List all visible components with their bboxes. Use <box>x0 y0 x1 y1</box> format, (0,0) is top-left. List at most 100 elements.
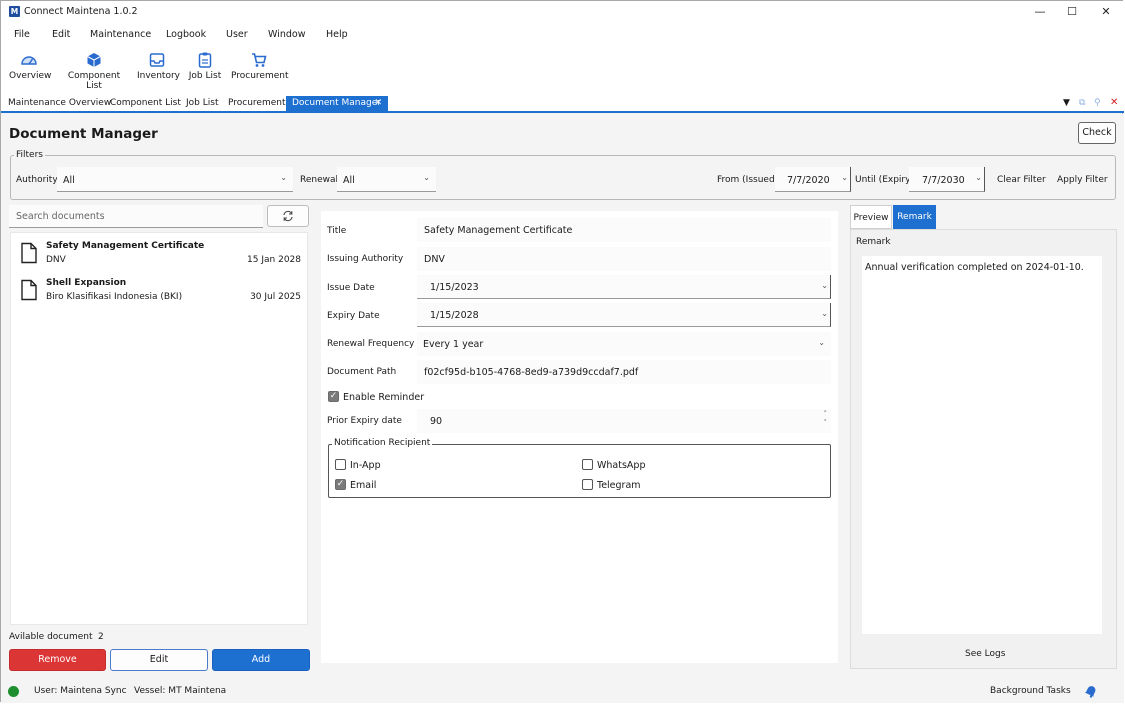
bell-icon[interactable] <box>1084 684 1098 698</box>
document-icon <box>21 242 37 264</box>
toolbar-job-list[interactable]: Job List <box>187 51 223 81</box>
menu-file[interactable]: File <box>14 29 30 40</box>
authority-select-value: All <box>63 175 75 186</box>
menu-maintenance[interactable]: Maintenance <box>90 29 151 40</box>
email-checkbox[interactable]: ✓ <box>335 479 346 490</box>
renewal-select[interactable]: All ⌄ <box>337 167 436 192</box>
stepper-arrows-icon[interactable]: ˄ ˅ <box>824 410 828 428</box>
refresh-button[interactable] <box>267 205 309 227</box>
in-app-label: In-App <box>350 460 381 471</box>
list-item[interactable]: Shell Expansion Biro Klasifikasi Indones… <box>11 275 307 311</box>
toolbar-overview-label: Overview <box>9 71 52 81</box>
list-item[interactable]: Safety Management Certificate DNV 15 Jan… <box>11 238 307 274</box>
clipboard-icon <box>198 52 212 68</box>
tab-maintenance-overview[interactable]: Maintenance Overview <box>8 98 111 108</box>
in-app-checkbox[interactable] <box>335 459 346 470</box>
tab-preview[interactable]: Preview <box>850 205 892 229</box>
toolbar-inventory-label: Inventory <box>137 71 180 81</box>
filters-legend: Filters <box>14 150 45 160</box>
toolbar-procurement-label: Procurement <box>231 71 289 81</box>
title-label: Title <box>327 226 347 236</box>
toolbar-procurement[interactable]: Procurement <box>231 51 289 81</box>
see-logs-button[interactable]: See Logs <box>965 649 1005 659</box>
status-bar: User: Maintena Sync Vessel: MT Maintena … <box>1 681 1124 703</box>
until-date-value: 7/7/2030 <box>922 175 965 186</box>
until-expiry-label: Until (Expiry) <box>855 175 914 185</box>
tab-remark[interactable]: Remark <box>893 205 936 229</box>
available-document-label: Avilable document <box>9 632 93 642</box>
close-tab-icon[interactable]: ✕ <box>374 98 382 108</box>
calendar-dropdown-icon: ⌄ <box>841 173 848 182</box>
prior-expiry-stepper[interactable]: 90 ˄ ˅ <box>417 409 831 433</box>
menu-help[interactable]: Help <box>326 29 348 40</box>
inbox-icon <box>149 53 165 67</box>
refresh-icon <box>283 210 293 222</box>
close-all-icon[interactable]: ✕ <box>1110 97 1118 108</box>
document-list: Safety Management Certificate DNV 15 Jan… <box>10 232 308 625</box>
tab-document-manager[interactable]: Document Manager ✕ <box>286 96 388 112</box>
chevron-down-icon: ⌄ <box>280 173 287 182</box>
document-path-field[interactable]: f02cf95d-b105-4768-8ed9-a739d9ccdaf7.pdf <box>417 360 831 384</box>
calendar-dropdown-icon: ⌄ <box>821 281 828 290</box>
issue-date-value: 1/15/2023 <box>430 282 479 293</box>
renewal-select-value: All <box>343 175 355 186</box>
expiry-date-picker[interactable]: 1/15/2028 ⌄ <box>417 303 831 327</box>
calendar-dropdown-icon: ⌄ <box>821 309 828 318</box>
issuing-authority-field[interactable]: DNV <box>417 247 831 271</box>
tab-job-list[interactable]: Job List <box>186 98 218 108</box>
check-button[interactable]: Check <box>1078 122 1116 144</box>
renewal-frequency-label: Renewal Frequency <box>327 339 415 349</box>
menu-logbook[interactable]: Logbook <box>166 29 206 40</box>
menu-window[interactable]: Window <box>268 29 305 40</box>
menu-edit[interactable]: Edit <box>52 29 70 40</box>
until-date-picker[interactable]: 7/7/2030 ⌄ <box>909 167 985 192</box>
remark-textarea[interactable]: Annual verification completed on 2024-01… <box>862 256 1102 634</box>
enable-reminder-label: Enable Reminder <box>343 392 425 403</box>
expiry-date-value: 1/15/2028 <box>430 310 479 321</box>
minimize-button[interactable]: — <box>1023 1 1057 23</box>
document-icon <box>21 279 37 301</box>
menu-user[interactable]: User <box>226 29 248 40</box>
document-date: 15 Jan 2028 <box>247 255 301 265</box>
toolbar-component-list-label: Component List <box>67 71 121 91</box>
edit-button[interactable]: Edit <box>110 649 208 671</box>
tab-procurement[interactable]: Procurement <box>228 98 286 108</box>
title-field[interactable]: Safety Management Certificate <box>417 218 831 242</box>
tab-component-list[interactable]: Component List <box>110 98 181 108</box>
tab-document-manager-label: Document Manager <box>292 98 381 108</box>
prior-expiry-value: 90 <box>430 416 443 427</box>
page-title: Document Manager <box>9 126 158 142</box>
apply-filter-button[interactable]: Apply Filter <box>1057 175 1108 185</box>
background-tasks-label[interactable]: Background Tasks <box>990 686 1071 696</box>
remark-label: Remark <box>856 237 891 247</box>
chevron-down-icon: ⌄ <box>423 173 430 182</box>
pin-icon[interactable]: ⚲ <box>1094 98 1101 108</box>
from-date-picker[interactable]: 7/7/2020 ⌄ <box>775 167 851 192</box>
toolbar-inventory[interactable]: Inventory <box>137 51 180 81</box>
telegram-checkbox[interactable] <box>582 479 593 490</box>
tab-list-dropdown-icon[interactable]: ▼ <box>1063 98 1070 108</box>
float-window-icon[interactable]: ⧉ <box>1079 98 1085 108</box>
renewal-frequency-select[interactable]: Every 1 year ⌄ <box>417 332 831 356</box>
remove-button[interactable]: Remove <box>9 649 106 671</box>
telegram-label: Telegram <box>597 480 641 491</box>
authority-select[interactable]: All ⌄ <box>57 167 293 192</box>
expiry-date-label: Expiry Date <box>327 311 380 321</box>
renewal-label: Renewal <box>300 175 339 185</box>
toolbar-component-list[interactable]: Component List <box>61 51 127 91</box>
toolbar: Overview Component List Inventory Job Li… <box>1 47 1124 95</box>
issue-date-label: Issue Date <box>327 283 375 293</box>
toolbar-overview[interactable]: Overview <box>9 51 52 81</box>
search-input[interactable]: Search documents <box>9 205 263 228</box>
whatsapp-checkbox[interactable] <box>582 459 593 470</box>
document-authority: Biro Klasifikasi Indonesia (BKI) <box>46 292 183 302</box>
clear-filter-button[interactable]: Clear Filter <box>997 175 1046 185</box>
document-path-label: Document Path <box>327 367 397 377</box>
email-label: Email <box>350 480 377 491</box>
close-window-button[interactable]: ✕ <box>1089 1 1123 23</box>
issue-date-picker[interactable]: 1/15/2023 ⌄ <box>417 275 831 299</box>
maximize-button[interactable]: ☐ <box>1055 1 1089 23</box>
issuing-authority-label: Issuing Authority <box>327 254 404 264</box>
add-button[interactable]: Add <box>212 649 310 671</box>
enable-reminder-checkbox[interactable]: ✓ <box>328 391 339 402</box>
